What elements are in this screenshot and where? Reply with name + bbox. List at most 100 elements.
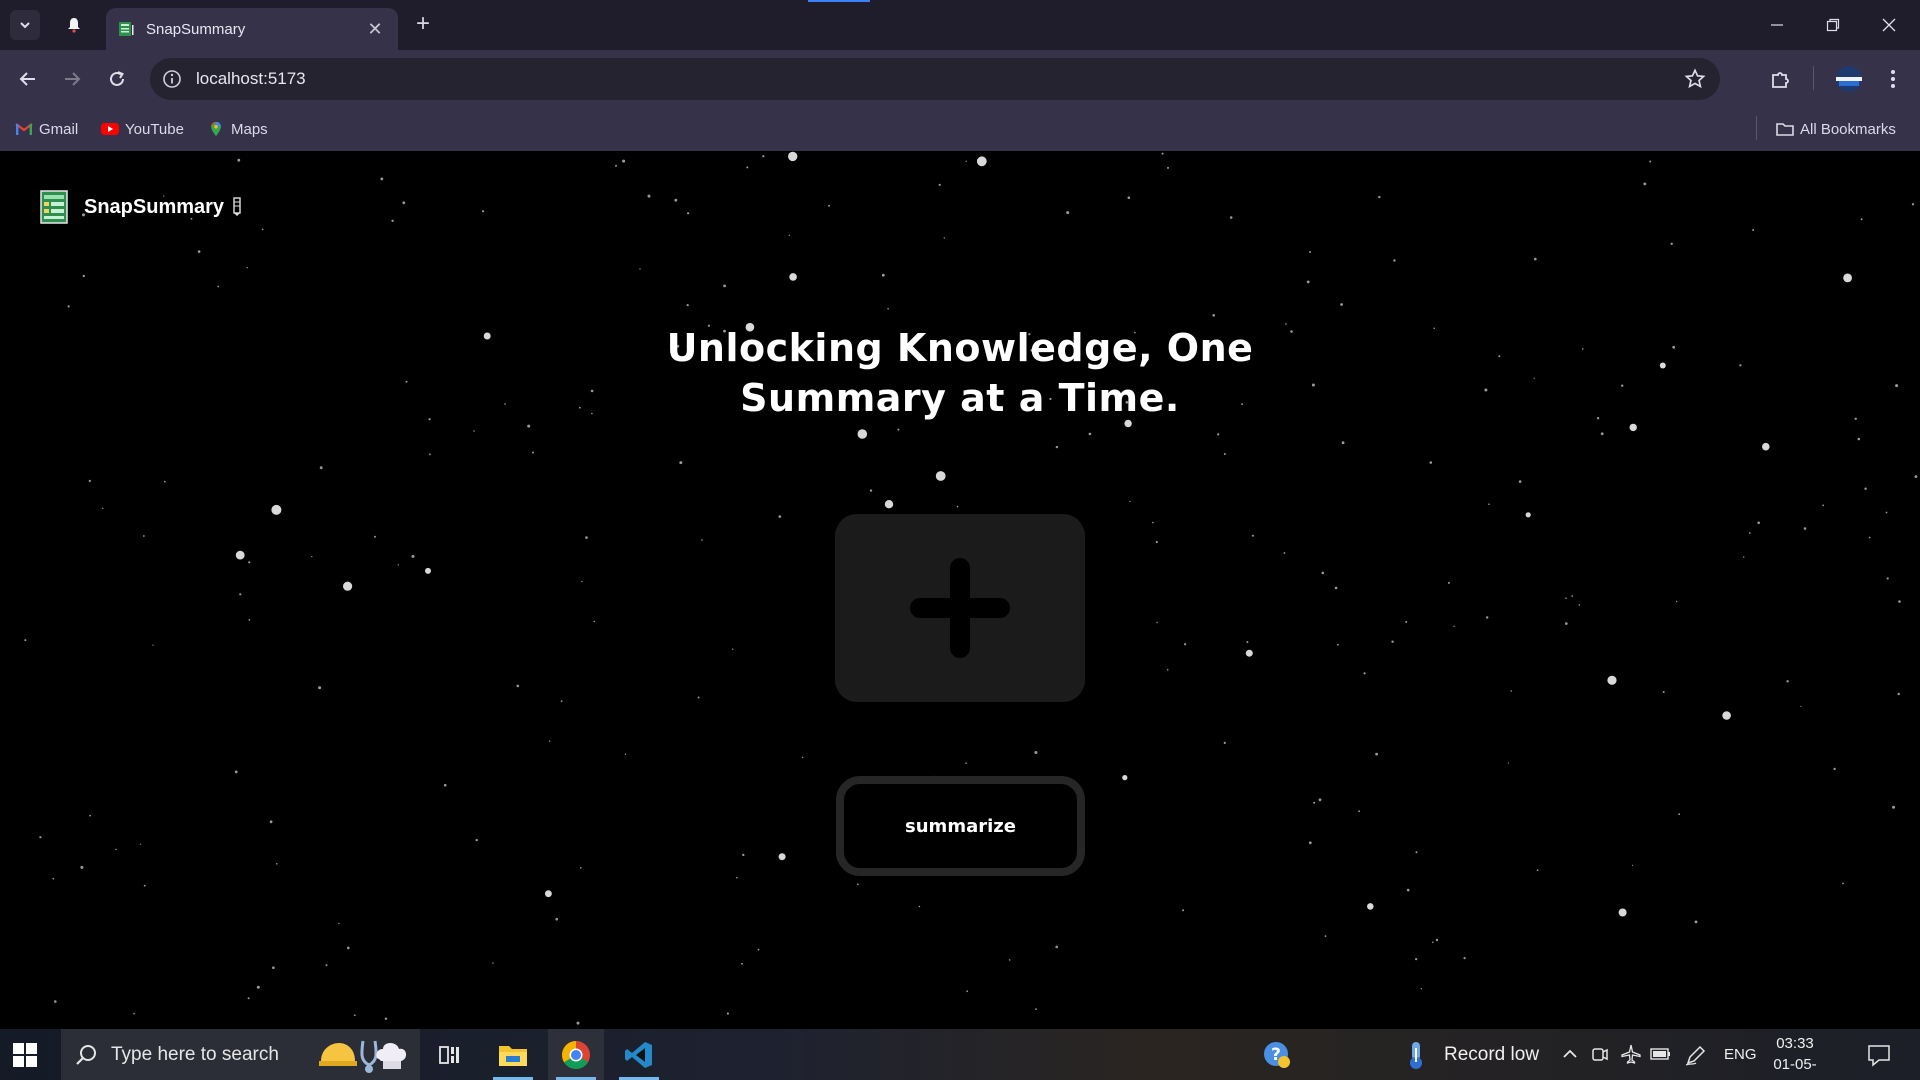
bookmark-maps[interactable]: Maps (207, 118, 268, 140)
star-dot (1498, 355, 1501, 358)
taskbar-vscode[interactable] (611, 1029, 667, 1080)
screen: SnapSummary ✕ + localhost:5173 Gmail You… (0, 0, 1920, 1080)
meet-icon[interactable] (1591, 1044, 1609, 1064)
notification-icon[interactable] (1867, 1043, 1891, 1067)
bookmark-youtube[interactable]: YouTube (101, 118, 184, 140)
star-dot (139, 843, 142, 845)
brand-header[interactable]: SnapSummary (40, 189, 242, 225)
bookmarks-divider (1756, 116, 1757, 140)
star-dot (1129, 500, 1131, 503)
star-dot (428, 418, 431, 421)
close-tab-icon[interactable]: ✕ (364, 19, 386, 40)
profile-avatar[interactable] (1834, 64, 1864, 94)
new-tab-button[interactable]: + (410, 12, 436, 38)
star-dot (1313, 801, 1316, 804)
star-dot (1672, 345, 1676, 349)
star-dot (1800, 705, 1802, 707)
star-dot (1212, 314, 1215, 317)
avatar-icon (1836, 66, 1862, 92)
airplane-icon[interactable] (1621, 1044, 1641, 1064)
back-button[interactable] (13, 64, 43, 94)
taskbar-file-explorer[interactable] (485, 1029, 541, 1080)
star-dot (269, 820, 273, 824)
language-indicator[interactable]: ENG (1724, 1046, 1757, 1063)
taskbar-search-box[interactable]: Type here to search (61, 1029, 420, 1080)
site-info-icon[interactable] (162, 69, 182, 89)
star-dot (1534, 257, 1537, 261)
windows-start-icon[interactable] (12, 1042, 38, 1068)
bookmark-gmail[interactable]: Gmail (15, 118, 78, 140)
help-icon[interactable]: ? (1263, 1041, 1291, 1069)
star-dot (1649, 160, 1652, 163)
folder-icon (1776, 123, 1794, 136)
gmail-icon (15, 123, 33, 135)
address-bar[interactable]: localhost:5173 (150, 58, 1720, 100)
star-dot (1533, 377, 1535, 379)
star-dot (778, 853, 786, 861)
star-dot (1843, 273, 1852, 283)
star-dot (1358, 810, 1360, 813)
task-view-button[interactable] (422, 1029, 478, 1080)
star-dot (884, 500, 894, 509)
star-dot (475, 838, 478, 842)
clock-time: 03:33 (1776, 1035, 1814, 1052)
task-view-icon (439, 1045, 459, 1064)
system-clock[interactable]: 03:33 01-05-2024 (1760, 1033, 1830, 1080)
pinned-tab[interactable] (60, 12, 88, 38)
star-dot (1895, 384, 1899, 388)
forward-button[interactable] (57, 64, 87, 94)
brand-name: SnapSummary (84, 195, 225, 218)
star-dot (560, 700, 563, 703)
star-dot (1898, 600, 1901, 603)
star-dot (897, 428, 900, 431)
summarize-button[interactable]: summarize (836, 776, 1085, 876)
battery-icon[interactable] (1650, 1046, 1672, 1062)
star-dot (701, 539, 703, 541)
star-dot (1223, 453, 1226, 455)
chevron-up-icon[interactable] (1562, 1047, 1578, 1061)
thermometer-icon (1410, 1042, 1422, 1069)
reload-button[interactable] (102, 64, 132, 94)
minimize-button[interactable] (1749, 0, 1805, 50)
star-dot (1857, 437, 1861, 441)
restore-button[interactable] (1805, 0, 1861, 50)
star-dot (1088, 432, 1092, 436)
tab-search-button[interactable] (10, 10, 40, 40)
address-text[interactable]: localhost:5173 (196, 69, 306, 89)
star-dot (239, 593, 242, 596)
star-dot (742, 853, 745, 857)
taskbar-chrome[interactable] (548, 1029, 604, 1080)
star-dot (1152, 521, 1154, 524)
browser-tab-strip: SnapSummary ✕ + (0, 0, 1920, 50)
bookmark-label: Maps (231, 120, 268, 138)
star-dot (271, 504, 282, 515)
upload-dropzone[interactable] (835, 514, 1085, 702)
star-dot (473, 430, 475, 432)
bookmark-star-icon[interactable] (1684, 68, 1706, 90)
browser-menu-button[interactable] (1880, 66, 1906, 92)
star-dot (115, 848, 117, 851)
star-dot (789, 273, 797, 281)
star-dot (555, 917, 558, 921)
pen-icon[interactable] (1685, 1044, 1707, 1066)
logo-icon (40, 190, 68, 224)
star-dot (1167, 166, 1169, 169)
weather-text[interactable]: Record low (1444, 1044, 1539, 1066)
close-window-button[interactable] (1861, 0, 1917, 50)
star-dot (1184, 643, 1187, 646)
star-dot (1363, 672, 1366, 675)
star-dot (237, 158, 241, 162)
all-bookmarks-button[interactable]: All Bookmarks (1776, 118, 1896, 140)
extensions-button[interactable] (1768, 66, 1794, 92)
star-dot (1892, 805, 1895, 809)
star-dot (1486, 616, 1489, 619)
star-dot (1621, 384, 1624, 387)
toolbar-divider (1813, 66, 1814, 90)
star-dot (247, 997, 250, 1000)
star-dot (1334, 586, 1338, 590)
star-dot (1629, 423, 1637, 432)
star-dot (318, 686, 322, 690)
tab-snapsummary[interactable]: SnapSummary ✕ (106, 8, 398, 50)
star-dot (1739, 364, 1742, 367)
star-dot (966, 990, 969, 993)
